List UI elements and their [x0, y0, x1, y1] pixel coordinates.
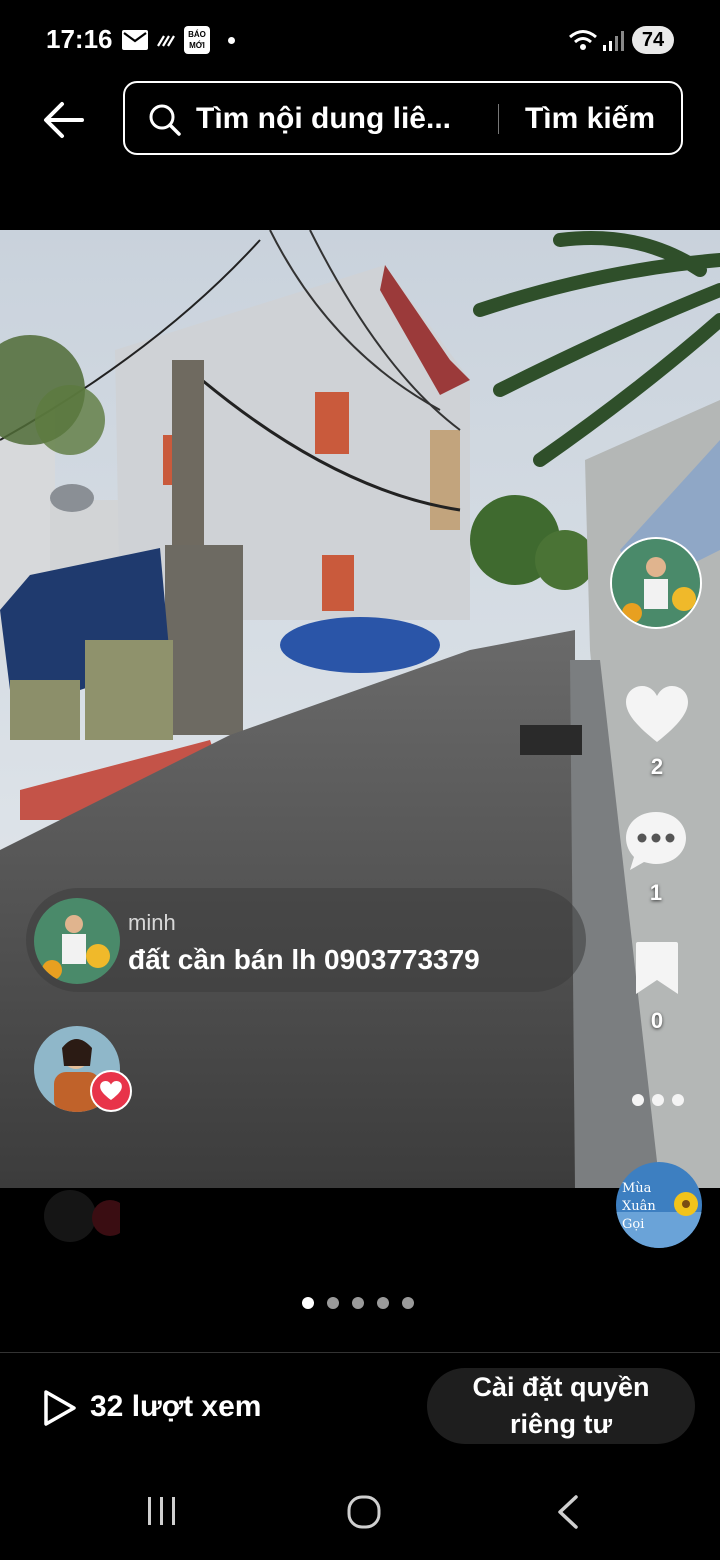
home-icon[interactable]: [346, 1494, 382, 1530]
back-button[interactable]: [40, 96, 90, 144]
comment-author: minh: [128, 910, 176, 935]
music-disc[interactable]: Mùa Xuân Gọi: [616, 1162, 702, 1248]
mail-icon: [122, 30, 148, 50]
comment-count: 1: [649, 880, 663, 905]
like-count: 2: [650, 754, 664, 779]
play-icon: [44, 1390, 76, 1426]
author-avatar[interactable]: [610, 537, 702, 629]
pager-dot[interactable]: [377, 1297, 389, 1309]
bao-moi-line2: MỚI: [189, 41, 205, 50]
signal-icon: [603, 31, 624, 51]
view-count: 32 lượt xem: [90, 1390, 262, 1423]
music-disc-text: Mùa Xuân Gọi: [622, 1181, 656, 1232]
privacy-settings-button[interactable]: Cài đặt quyền riêng tư: [427, 1368, 695, 1444]
bottom-divider: [0, 1352, 720, 1353]
pager-dot[interactable]: [402, 1297, 414, 1309]
pager-dots: [302, 1296, 427, 1314]
nav-back-icon[interactable]: [554, 1494, 582, 1530]
faded-liker-avatar: [44, 1190, 120, 1242]
search-icon: [149, 104, 181, 136]
comment-text: đất cần bán lh 0903773379: [128, 944, 480, 975]
status-time: 17:16: [46, 24, 113, 54]
like-heart-icon[interactable]: [624, 684, 690, 746]
bookmark-count: 0: [650, 1008, 664, 1033]
wifi-icon: [569, 30, 597, 50]
more-options-icon[interactable]: [628, 1088, 688, 1112]
search-input[interactable]: Tìm nội dung liê...: [196, 102, 451, 136]
bao-moi-line1: BÁO: [188, 30, 206, 39]
heart-badge-icon: [90, 1070, 132, 1112]
pager-dot-active[interactable]: [302, 1297, 314, 1309]
battery-indicator: 74: [632, 26, 674, 54]
recent-apps-icon[interactable]: [145, 1494, 179, 1528]
comment-bubble-icon[interactable]: [624, 810, 688, 872]
wifi-calling-icon: [157, 35, 175, 47]
search-divider: [498, 104, 499, 134]
privacy-settings-label: Cài đặt quyền riêng tư: [472, 1372, 650, 1439]
pager-dot[interactable]: [352, 1297, 364, 1309]
bookmark-icon[interactable]: [634, 940, 680, 996]
dot-icon: [228, 37, 235, 44]
commenter-avatar[interactable]: [34, 898, 120, 984]
bao-moi-icon: BÁO MỚI: [184, 26, 210, 54]
pager-dot[interactable]: [327, 1297, 339, 1309]
search-button[interactable]: Tìm kiếm: [500, 90, 680, 148]
